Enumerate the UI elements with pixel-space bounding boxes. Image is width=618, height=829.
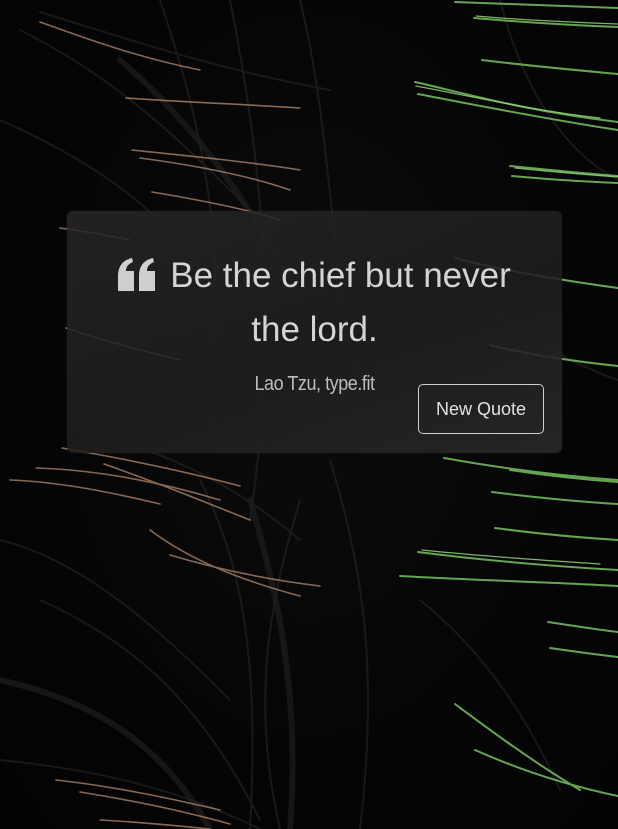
quote-text: Be the chief but never the lord. [170, 256, 511, 349]
quote-card: Be the chief but never the lord. Lao Tzu… [67, 211, 562, 453]
new-quote-button[interactable]: New Quote [418, 384, 544, 434]
app-viewport: Be the chief but never the lord. Lao Tzu… [0, 0, 618, 829]
quote-author: Lao Tzu, type.fit [254, 373, 375, 395]
quote-text-block: Be the chief but never the lord. [91, 249, 538, 357]
quote-left-icon [118, 258, 156, 291]
